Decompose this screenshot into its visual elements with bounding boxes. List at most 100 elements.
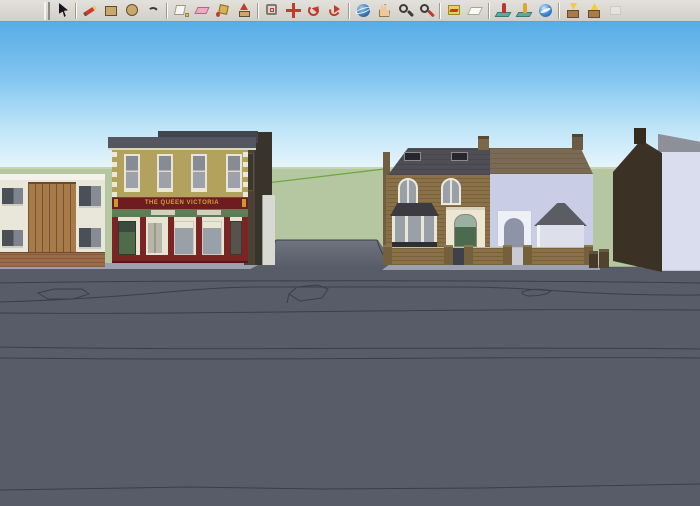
share-model-button[interactable]: [584, 1, 605, 21]
wall-pier: [383, 245, 392, 265]
photo-textures-icon: [516, 2, 533, 19]
pub-upper-window: [191, 154, 207, 192]
arc-icon: [145, 2, 162, 19]
eraser-button[interactable]: [192, 1, 213, 21]
toolbar-separator: [556, 2, 563, 20]
zoom-button[interactable]: [395, 1, 416, 21]
push-pull-button[interactable]: [234, 1, 255, 21]
wall-pier: [503, 245, 512, 265]
lane-contour-lower: [0, 310, 700, 314]
lane-contour-upper: [0, 287, 700, 302]
make-component-button[interactable]: [171, 1, 192, 21]
zoom-icon: [397, 2, 414, 19]
bin: [589, 251, 598, 268]
rectangle-button[interactable]: [101, 1, 122, 21]
offset-button[interactable]: [262, 1, 283, 21]
pavement-pub: [95, 263, 262, 269]
photo-textures-button[interactable]: [514, 1, 535, 21]
arc-button[interactable]: [143, 1, 164, 21]
get-current-view-button[interactable]: [444, 1, 465, 21]
wall-pier: [523, 245, 532, 265]
pub-transom: [151, 210, 175, 215]
make-component-icon: [173, 2, 190, 19]
get-current-view-icon: [446, 2, 463, 19]
bay-window-roof: [390, 203, 439, 216]
select-button[interactable]: [52, 1, 73, 21]
pub-upper-window: [157, 154, 173, 192]
share-component-icon: [607, 2, 624, 19]
bay-window: [392, 216, 437, 247]
pub-double-door: [146, 221, 164, 255]
share-model-icon: [586, 2, 603, 19]
modern-brick-wall: [0, 252, 105, 267]
garden-gate-dark: [452, 248, 464, 265]
rotate-icon: [306, 2, 323, 19]
gutter-line: [0, 281, 700, 283]
pub-bar-window: [174, 221, 194, 255]
bin: [599, 249, 609, 268]
share-component-button: [605, 1, 626, 21]
house-lavender-roof: [490, 148, 593, 174]
pub-corner-door: [230, 221, 242, 255]
arched-window: [398, 178, 418, 205]
select-icon: [54, 2, 71, 19]
traffic-island-center: [287, 285, 328, 303]
pub-green-band: [112, 209, 248, 217]
circle-icon: [124, 2, 141, 19]
toolbar-separator: [346, 2, 353, 20]
follow-me-button[interactable]: [325, 1, 346, 21]
modern-wood-panel: [28, 182, 76, 254]
lavender-building-wall: [660, 152, 700, 270]
offset-icon: [264, 2, 281, 19]
google-earth-button[interactable]: [535, 1, 556, 21]
line-icon: [82, 2, 99, 19]
pub-green-door: [118, 221, 136, 255]
toggle-terrain-button[interactable]: [465, 1, 486, 21]
pub-sign-text: THE QUEEN VICTORIA: [118, 198, 246, 208]
modern-window: [79, 186, 101, 208]
eraser-icon: [194, 2, 211, 19]
line-button[interactable]: [80, 1, 101, 21]
chimney: [572, 134, 583, 150]
chimney: [478, 136, 489, 150]
pub-transom: [197, 210, 221, 215]
circle-button[interactable]: [122, 1, 143, 21]
pub-quoins-left: [112, 150, 117, 197]
place-model-button[interactable]: [493, 1, 514, 21]
pub-quoins-right: [243, 150, 248, 197]
gable-chimney: [634, 128, 646, 144]
wall-pier: [444, 245, 453, 265]
toolbar-separator: [486, 2, 493, 20]
zoom-extents-icon: [418, 2, 435, 19]
get-models-button[interactable]: [563, 1, 584, 21]
pub-roof-parapet: [108, 137, 256, 150]
modern-window: [79, 228, 101, 249]
arched-window: [441, 178, 461, 205]
orbit-button[interactable]: [353, 1, 374, 21]
pub-upper-window: [124, 154, 140, 192]
pub-bar-window: [202, 221, 222, 255]
toolbar-separator: [255, 2, 262, 20]
paint-bucket-button[interactable]: [213, 1, 234, 21]
toolbar-drag-handle[interactable]: [44, 2, 50, 20]
google-earth-icon: [537, 2, 554, 19]
zoom-extents-button[interactable]: [416, 1, 437, 21]
get-models-icon: [565, 2, 582, 19]
road-contour-mid2: [0, 358, 700, 359]
follow-me-icon: [327, 2, 344, 19]
viewport-canvas[interactable]: THE QUEEN VICTORIA: [0, 22, 700, 506]
pan-icon: [376, 2, 393, 19]
road-contour-near: [0, 484, 700, 490]
toggle-terrain-icon: [467, 2, 484, 19]
place-model-icon: [495, 2, 512, 19]
wall-pier: [464, 245, 473, 265]
rectangle-icon: [103, 2, 120, 19]
push-pull-icon: [236, 2, 253, 19]
rotate-button[interactable]: [304, 1, 325, 21]
outbuilding-wall: [537, 225, 584, 247]
garden-wall: [383, 248, 593, 265]
paint-bucket-icon: [215, 2, 232, 19]
pan-button[interactable]: [374, 1, 395, 21]
move-button[interactable]: [283, 1, 304, 21]
toolbar-separator: [73, 2, 80, 20]
